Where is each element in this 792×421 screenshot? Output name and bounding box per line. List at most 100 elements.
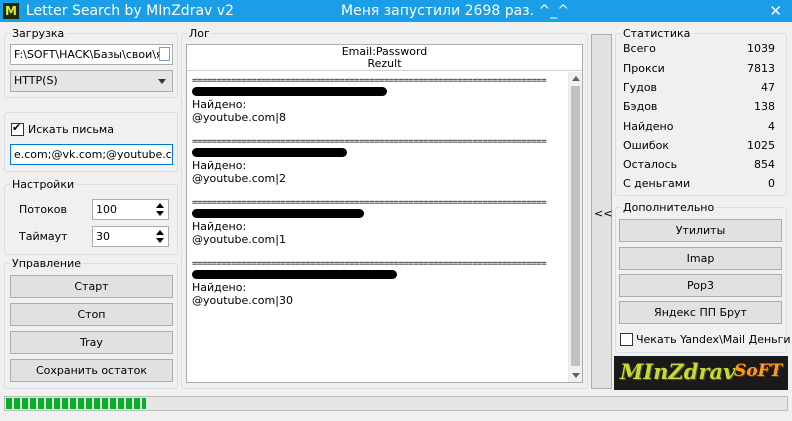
stat-value: 7813 bbox=[747, 62, 775, 75]
stat-value: 138 bbox=[754, 100, 775, 113]
window-subtitle: Меня запустили 2698 раз. ^_^ bbox=[341, 3, 569, 19]
log-result: @youtube.com|2 bbox=[192, 172, 286, 185]
log-result: @youtube.com|8 bbox=[192, 111, 286, 124]
log-found-label: Найдено: bbox=[192, 281, 247, 294]
logo-text-soft: SoFT bbox=[734, 361, 783, 381]
threads-label: Потоков bbox=[19, 203, 67, 216]
log-found-label: Найдено: bbox=[192, 220, 247, 233]
stat-row-with-money: С деньгами 0 bbox=[623, 174, 775, 193]
collapse-panel-label: << bbox=[594, 207, 613, 220]
log-header-line2: Rezult bbox=[367, 57, 402, 70]
stat-value: 4 bbox=[768, 120, 775, 133]
extra-group-legend: Дополнительно bbox=[623, 201, 715, 214]
log-entry: ========================================… bbox=[192, 137, 568, 185]
logo-text-main: MInZdrav bbox=[620, 359, 736, 384]
stat-row-errors: Ошибок 1025 bbox=[623, 136, 775, 155]
stepper-down-icon[interactable] bbox=[156, 238, 164, 243]
stat-label: Найдено bbox=[623, 120, 674, 133]
brand-logo: MInZdrav SoFT bbox=[614, 356, 788, 390]
log-found-label: Найдено: bbox=[192, 159, 247, 172]
search-letters-checkbox[interactable] bbox=[11, 121, 24, 136]
log-entries: ========================================… bbox=[187, 72, 568, 382]
log-entry: ========================================… bbox=[192, 198, 568, 246]
app-icon: M bbox=[3, 3, 19, 19]
window-title: Letter Search by MInZdrav v2 bbox=[26, 3, 234, 19]
tray-button[interactable]: Tray bbox=[10, 331, 173, 354]
log-group-legend: Лог bbox=[189, 27, 210, 40]
control-group-legend: Управление bbox=[12, 257, 82, 270]
threads-value: 100 bbox=[96, 203, 117, 216]
chevron-down-icon bbox=[158, 79, 166, 84]
progress-bar bbox=[4, 396, 788, 411]
log-scrollbar[interactable] bbox=[568, 72, 582, 382]
stat-value: 1039 bbox=[747, 42, 775, 55]
money-check-label: Чекать Yandex\Mail Деньги bbox=[636, 333, 791, 346]
log-separator: ========================================… bbox=[192, 137, 547, 147]
redacted-credentials bbox=[192, 209, 364, 218]
stepper-up-icon[interactable] bbox=[156, 203, 164, 208]
title-bar: M Letter Search by MInZdrav v2 Меня запу… bbox=[0, 0, 792, 22]
file-icon[interactable] bbox=[159, 47, 170, 61]
timeout-label: Таймаут bbox=[19, 230, 68, 243]
redacted-credentials bbox=[192, 148, 347, 157]
scroll-up-icon[interactable] bbox=[572, 76, 580, 81]
log-entry: ========================================… bbox=[192, 76, 568, 124]
settings-group-legend: Настройки bbox=[12, 178, 75, 191]
stat-label: Бэдов bbox=[623, 100, 658, 113]
stat-row-bad: Бэдов 138 bbox=[623, 97, 775, 116]
log-result: @youtube.com|1 bbox=[192, 233, 286, 246]
proxy-type-select[interactable]: HTTP(S) bbox=[10, 70, 173, 92]
timeout-stepper[interactable]: 30 bbox=[92, 226, 169, 247]
stat-row-remaining: Осталось 854 bbox=[623, 155, 775, 174]
stepper-up-icon[interactable] bbox=[156, 230, 164, 235]
search-domains-value: e.com;@vk.com;@youtube.com bbox=[14, 148, 173, 161]
log-entry: ========================================… bbox=[192, 259, 568, 307]
yandex-brute-button[interactable]: Яндекс ПП Брут bbox=[619, 301, 782, 324]
money-check-checkbox[interactable] bbox=[620, 333, 633, 346]
close-icon[interactable]: ✕ bbox=[769, 1, 782, 21]
log-separator: ========================================… bbox=[192, 259, 547, 269]
log-result: @youtube.com|30 bbox=[192, 294, 293, 307]
stat-label: Осталось bbox=[623, 158, 678, 171]
load-group-legend: Загрузка bbox=[12, 27, 65, 40]
search-letters-label: Искать письма bbox=[28, 123, 114, 136]
stat-label: Всего bbox=[623, 42, 656, 55]
stat-row-total: Всего 1039 bbox=[623, 39, 775, 58]
stat-label: Прокси bbox=[623, 62, 665, 75]
scroll-thumb[interactable] bbox=[571, 86, 580, 366]
stat-value: 854 bbox=[754, 158, 775, 171]
stepper-down-icon[interactable] bbox=[156, 211, 164, 216]
proxy-type-value: HTTP(S) bbox=[14, 74, 58, 87]
stat-value: 0 bbox=[768, 177, 775, 190]
collapse-panel-button[interactable]: << bbox=[591, 34, 612, 389]
stat-row-good: Гудов 47 bbox=[623, 78, 775, 97]
progress-fill bbox=[6, 398, 146, 409]
base-file-input[interactable]: F:\SOFT\HACK\Базы\свои\яд bbox=[10, 44, 173, 65]
log-separator: ========================================… bbox=[192, 198, 547, 208]
imap-button[interactable]: Imap bbox=[619, 247, 782, 270]
utilities-button[interactable]: Утилиты bbox=[619, 219, 782, 242]
stat-label: С деньгами bbox=[623, 177, 691, 190]
stat-value: 47 bbox=[761, 81, 775, 94]
stat-row-found: Найдено 4 bbox=[623, 117, 775, 136]
stat-label: Гудов bbox=[623, 81, 658, 94]
stat-label: Ошибок bbox=[623, 139, 670, 152]
pop3-button[interactable]: Pop3 bbox=[619, 274, 782, 297]
stat-row-proxy: Прокси 7813 bbox=[623, 59, 775, 78]
log-list[interactable]: Email:Password Rezult ==================… bbox=[186, 44, 583, 383]
threads-stepper[interactable]: 100 bbox=[92, 199, 169, 220]
save-rest-button[interactable]: Сохранить остаток bbox=[10, 359, 173, 382]
log-column-header: Email:Password Rezult bbox=[187, 45, 582, 71]
base-file-path: F:\SOFT\HACK\Базы\свои\яд bbox=[14, 48, 171, 61]
log-separator: ========================================… bbox=[192, 76, 547, 86]
log-found-label: Найдено: bbox=[192, 98, 247, 111]
redacted-credentials bbox=[192, 270, 397, 279]
search-domains-input[interactable]: e.com;@vk.com;@youtube.com bbox=[10, 144, 173, 165]
stats-group-legend: Статистика bbox=[623, 27, 691, 40]
scroll-down-icon[interactable] bbox=[572, 373, 580, 378]
redacted-credentials bbox=[192, 87, 387, 96]
timeout-value: 30 bbox=[96, 230, 110, 243]
stat-value: 1025 bbox=[747, 139, 775, 152]
stop-button[interactable]: Стоп bbox=[10, 303, 173, 326]
start-button[interactable]: Старт bbox=[10, 275, 173, 298]
